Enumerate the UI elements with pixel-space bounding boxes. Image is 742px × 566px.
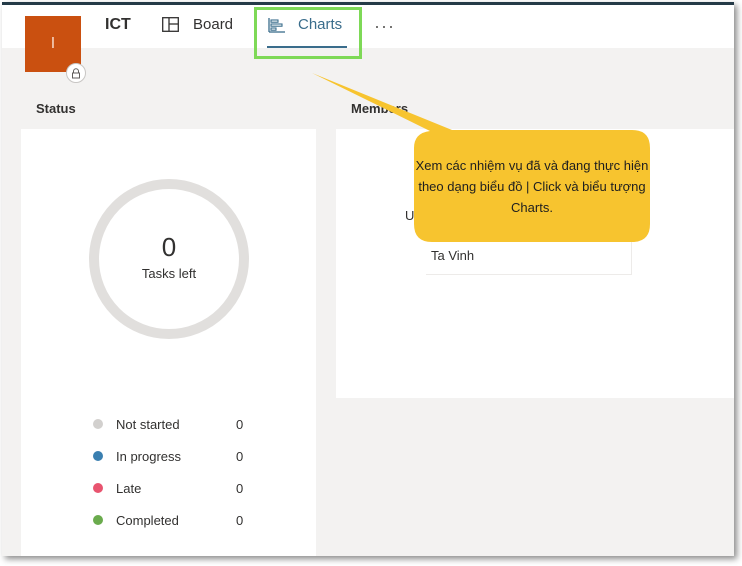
callout-bubble [312,73,650,242]
app-window: ICT Board Charts ··· I Status 0 Tasks le… [2,2,734,556]
callout-text: Xem các nhiệm vụ đã và đang thực hiện th… [415,158,649,215]
